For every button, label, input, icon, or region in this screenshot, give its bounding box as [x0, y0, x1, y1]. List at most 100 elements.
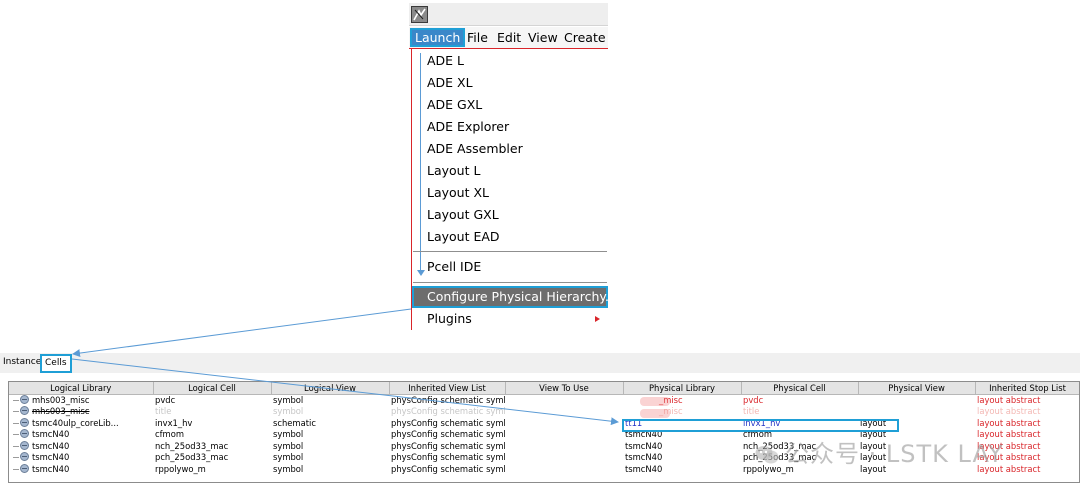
cell-logical-library: mhs003_misc [32, 406, 90, 417]
column-header-physical-cell[interactable]: Physical Cell [741, 382, 859, 395]
menu-item-configure-physical-hierarchy[interactable]: Configure Physical Hierarchy... [412, 286, 617, 308]
menu-launch[interactable]: Launch [410, 28, 466, 47]
table-row[interactable]: tsmc40ulp_coreLib... invx1_hv schematic … [9, 417, 1079, 429]
tree-node-icon [20, 452, 29, 462]
cell-logical-view: symbol [273, 452, 304, 463]
tree-line [13, 457, 19, 459]
menu-item-pcell-ide[interactable]: Pcell IDE [412, 256, 608, 278]
column-header-logical-cell[interactable]: Logical Cell [153, 382, 272, 395]
cell-physical-library: tsmcN40 [625, 463, 663, 474]
cell-logical-view: symbol [273, 440, 304, 451]
tree-node-icon [20, 463, 29, 473]
menu-item-layout-xl[interactable]: Layout XL [412, 182, 608, 204]
column-header-inherited-view-list[interactable]: Inherited View List [389, 382, 506, 395]
cell-logical-library: tsmc40ulp_coreLib... [32, 417, 119, 428]
menu-item-ade-gxl[interactable]: ADE GXL [412, 94, 608, 116]
tree-node-icon [20, 406, 29, 416]
column-header-logical-library[interactable]: Logical Library [9, 382, 154, 395]
watermark: 公众号 · LSTK LAY [755, 434, 1045, 468]
launch-menu-window: Launch File Edit View Create ADE L ADE X… [409, 0, 617, 330]
cell-inherited-stop-list: layout abstract [977, 395, 1041, 405]
redaction-blur [640, 409, 670, 418]
cell-physical-view [858, 394, 975, 406]
tree-line [13, 445, 19, 447]
window-titlebar [409, 3, 608, 26]
menu-file[interactable]: File [465, 29, 490, 46]
cell-logical-library: mhs003_misc [32, 395, 90, 405]
menu-item-plugins-label: Plugins [427, 311, 472, 326]
cell-logical-cell: nch_25od33_mac [155, 440, 229, 451]
menu-item-plugins[interactable]: Plugins [412, 308, 608, 330]
cell-physical-view [858, 406, 975, 418]
tree-line [13, 434, 19, 436]
wechat-icon [755, 443, 779, 464]
cell-view-to-use[interactable] [505, 440, 623, 452]
menu-item-ade-explorer[interactable]: ADE Explorer [412, 116, 608, 138]
cell-logical-cell: cfmom [155, 429, 184, 440]
cell-logical-view: symbol [273, 406, 304, 417]
cell-physical-cell: pvdc [743, 395, 764, 405]
tree-line [13, 422, 19, 424]
cell-inherited-view-list: physConfig schematic symbol [391, 406, 505, 417]
menu-item-layout-l[interactable]: Layout L [412, 160, 608, 182]
cell-inherited-view-list: physConfig schematic symbol [391, 440, 505, 451]
cell-inherited-stop-list: layout abstract [977, 406, 1041, 417]
menu-separator [413, 282, 607, 283]
cell-logical-view: symbol [273, 463, 304, 474]
menu-item-ade-l[interactable]: ADE L [412, 50, 608, 72]
column-header-physical-view[interactable]: Physical View [858, 382, 976, 395]
menu-item-layout-ead[interactable]: Layout EAD [412, 226, 608, 248]
menu-view[interactable]: View [526, 29, 560, 46]
menu-item-ade-xl[interactable]: ADE XL [412, 72, 608, 94]
column-header-physical-library[interactable]: Physical Library [623, 382, 742, 395]
submenu-arrow-icon [595, 316, 600, 322]
cell-physical-library: tsmcN40 [625, 452, 663, 463]
menu-item-ade-assembler[interactable]: ADE Assembler [412, 138, 608, 160]
cell-physical-cell: title [743, 406, 760, 417]
cell-logical-view: schematic [273, 417, 316, 428]
cell-inherited-stop-list: layout abstract [977, 417, 1041, 428]
cell-inherited-view-list: physConfig schematic symbol [391, 417, 505, 428]
cell-inherited-view-list: physConfig schematic symbol [391, 429, 505, 440]
tree-node-icon [20, 429, 29, 439]
tree-line [13, 400, 19, 401]
column-header-view-to-use[interactable]: View To Use [505, 382, 624, 395]
cell-view-to-use[interactable] [505, 429, 623, 441]
arrow-menu-to-cells-tab [72, 308, 412, 358]
menubar: Launch File Edit View Create [409, 27, 608, 48]
virtuoso-app-icon[interactable] [411, 6, 428, 23]
tree-node-icon [20, 440, 29, 450]
cell-view-to-use[interactable] [505, 394, 623, 406]
menu-item-layout-gxl[interactable]: Layout GXL [412, 204, 608, 226]
row-highlight-box [622, 419, 899, 432]
cell-logical-library: tsmcN40 [32, 452, 70, 463]
cell-view-to-use[interactable] [505, 463, 623, 475]
cell-logical-cell: pch_25od33_mac [155, 452, 229, 463]
cell-inherited-view-list: physConfig schematic symbol [391, 463, 505, 474]
watermark-text: 公众号 · LSTK LAY [785, 440, 1004, 468]
redaction-blur [640, 397, 670, 406]
tree-line [13, 468, 19, 470]
cell-logical-library: tsmcN40 [32, 463, 70, 474]
launch-dropdown: ADE L ADE XL ADE GXL ADE Explorer ADE As… [412, 49, 617, 330]
column-header-inherited-stop-list[interactable]: Inherited Stop List [975, 382, 1079, 395]
tree-line [13, 411, 19, 413]
table-row[interactable]: mhs003_misc pvdc symbol physConfig schem… [9, 394, 1079, 406]
cell-view-to-use[interactable] [505, 406, 623, 418]
cell-inherited-view-list: physConfig schematic symbol [391, 395, 505, 405]
table-header-row: Logical Library Logical Cell Logical Vie… [9, 382, 1079, 395]
cell-physical-library: tsmcN40 [625, 440, 663, 451]
cell-logical-cell: invx1_hv [155, 417, 193, 428]
cell-view-to-use[interactable] [505, 452, 623, 464]
tree-node-icon [20, 395, 29, 404]
table-row[interactable]: mhs003_misc title symbol physConfig sche… [9, 406, 1079, 418]
column-header-logical-view[interactable]: Logical View [271, 382, 390, 395]
menu-separator [413, 251, 607, 252]
cell-logical-view: symbol [273, 429, 304, 440]
cell-logical-cell: title [155, 406, 172, 417]
menu-edit[interactable]: Edit [495, 29, 523, 46]
cell-view-to-use[interactable] [505, 417, 623, 429]
menu-create[interactable]: Create [562, 29, 608, 46]
tab-cells[interactable]: Cells [40, 354, 72, 373]
cell-logical-cell: pvdc [155, 395, 176, 405]
